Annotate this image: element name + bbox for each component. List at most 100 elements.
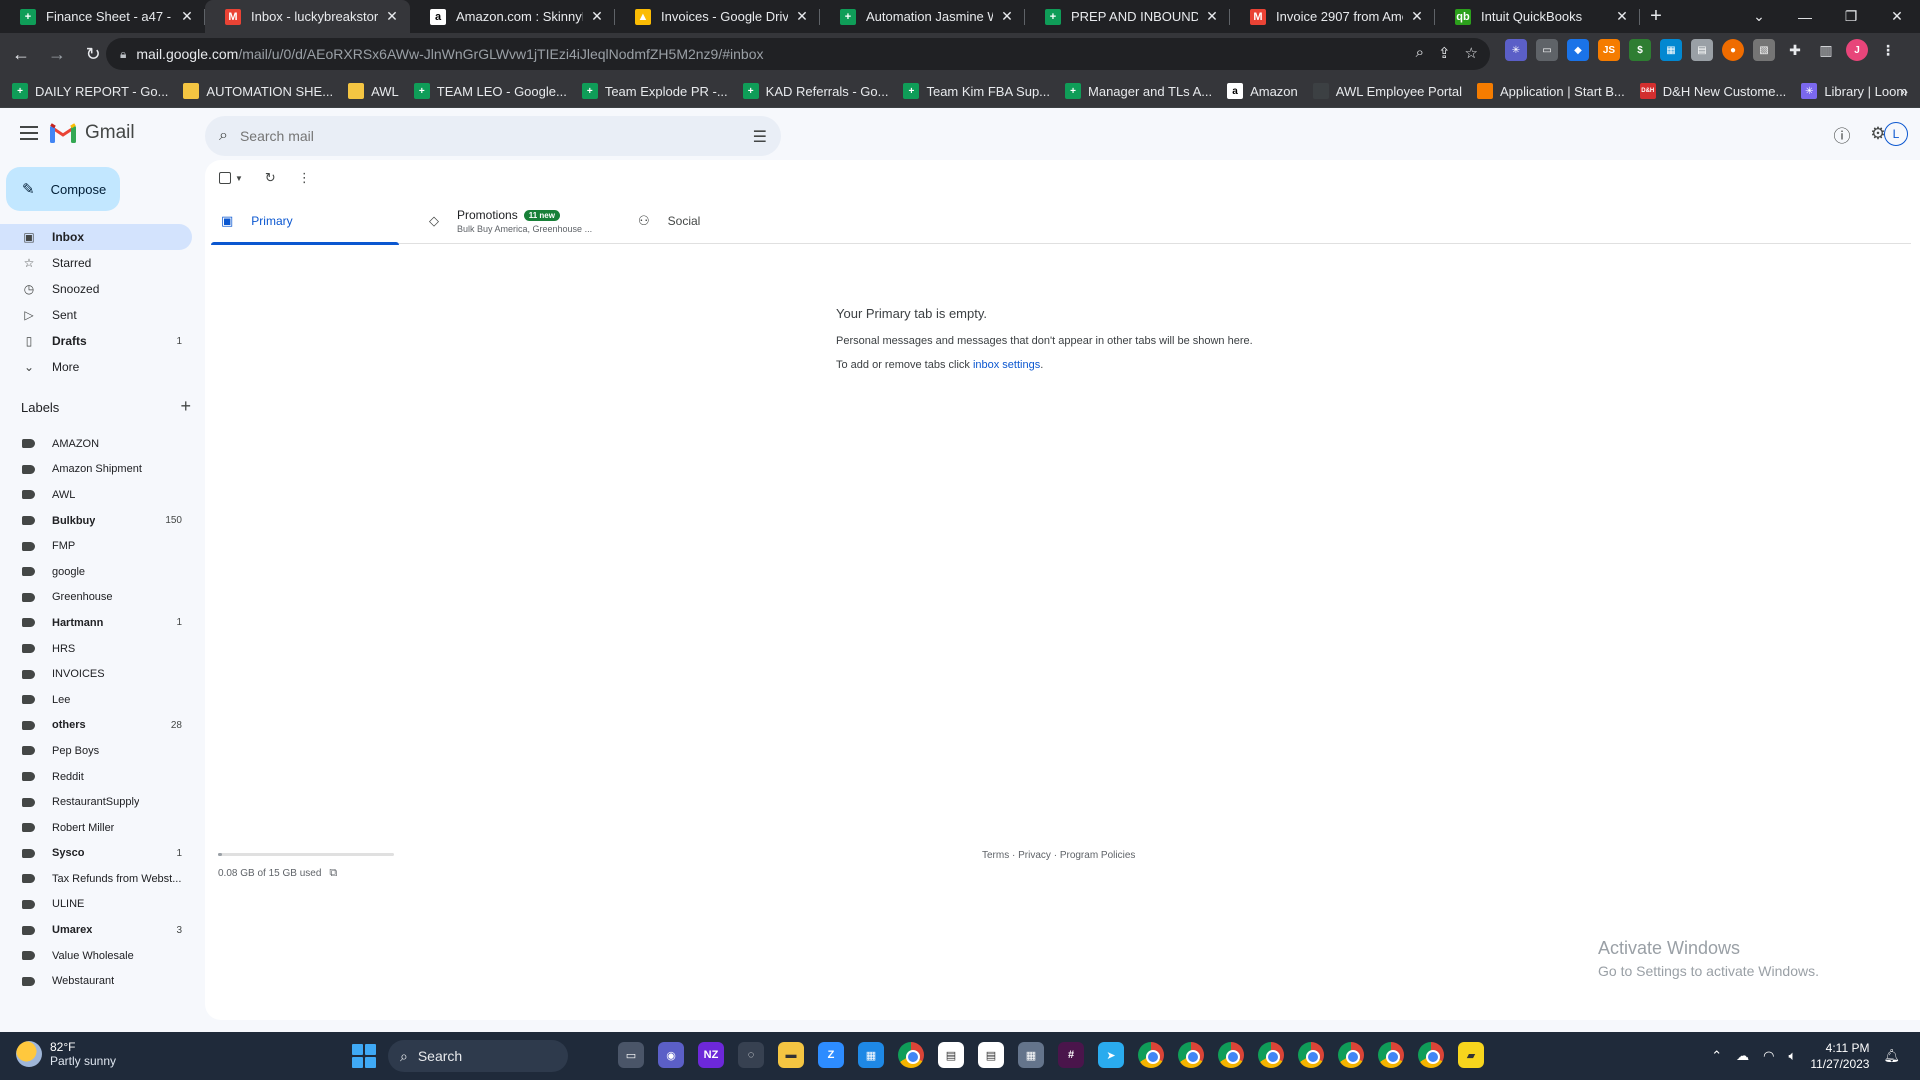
sidebar-item-sent[interactable]: ▷ Sent: [0, 302, 192, 328]
extension-icon[interactable]: ◆: [1567, 39, 1589, 61]
browser-tab[interactable]: ▲ Invoices - Google Drive ✕: [615, 0, 820, 33]
close-window-icon[interactable]: ✕: [1874, 0, 1920, 33]
task-view-icon[interactable]: ▭: [618, 1042, 644, 1068]
clock[interactable]: 4:11 PM 11/27/2023: [1810, 1040, 1869, 1072]
chrome-icon[interactable]: [1258, 1042, 1284, 1068]
label-item[interactable]: FMP: [0, 533, 192, 559]
browser-tab[interactable]: M Inbox - luckybreakstore@ ✕: [205, 0, 410, 33]
create-label-icon[interactable]: +: [180, 396, 191, 417]
new-tab-button[interactable]: +: [1640, 0, 1672, 33]
extension-icon[interactable]: ▭: [1536, 39, 1558, 61]
label-item[interactable]: Sysco 1: [0, 841, 192, 867]
bookmark-item[interactable]: Application | Start B...: [1476, 83, 1625, 99]
label-item[interactable]: Robert Miller: [0, 815, 192, 841]
label-item[interactable]: AMAZON: [0, 431, 192, 457]
close-tab-icon[interactable]: ✕: [589, 8, 605, 25]
label-item[interactable]: others 28: [0, 713, 192, 739]
chrome-icon[interactable]: [1418, 1042, 1444, 1068]
document-icon[interactable]: ▤: [938, 1042, 964, 1068]
bookmark-item[interactable]: + TEAM LEO - Google...: [413, 83, 567, 99]
sidebar-item-snoozed[interactable]: ◷ Snoozed: [0, 276, 192, 302]
side-panel-icon[interactable]: ▥: [1815, 39, 1837, 61]
extensions-puzzle-icon[interactable]: ✚: [1784, 39, 1806, 61]
bookmark-item[interactable]: + Team Kim FBA Sup...: [903, 83, 1050, 99]
chrome-icon[interactable]: [1218, 1042, 1244, 1068]
tab-social[interactable]: ⚇ Social: [628, 198, 816, 244]
close-tab-icon[interactable]: ✕: [999, 8, 1015, 25]
speaker-icon[interactable]: 🔈︎: [1789, 1048, 1797, 1064]
reload-icon[interactable]: ↻: [78, 39, 108, 69]
program-policies-link[interactable]: Program Policies: [1060, 850, 1136, 861]
telegram-icon[interactable]: ➤: [1098, 1042, 1124, 1068]
close-tab-icon[interactable]: ✕: [1204, 8, 1220, 25]
label-item[interactable]: google: [0, 559, 192, 585]
bookmark-item[interactable]: + DAILY REPORT - Go...: [12, 83, 168, 99]
close-tab-icon[interactable]: ✕: [1614, 8, 1630, 25]
nzxt-icon[interactable]: NZ: [698, 1042, 724, 1068]
extension-icon[interactable]: $: [1629, 39, 1651, 61]
browser-tab[interactable]: qb Intuit QuickBooks ✕: [1435, 0, 1640, 33]
label-item[interactable]: Lee: [0, 687, 192, 713]
share-icon[interactable]: ⇪: [1438, 44, 1451, 62]
teams-icon[interactable]: ◉: [658, 1042, 684, 1068]
label-item[interactable]: RestaurantSupply: [0, 789, 192, 815]
chrome-icon[interactable]: [1338, 1042, 1364, 1068]
onedrive-icon[interactable]: ☁: [1736, 1048, 1749, 1064]
bookmark-item[interactable]: + Manager and TLs A...: [1065, 83, 1212, 99]
sidebar-item-more[interactable]: ⌄ More: [0, 354, 192, 380]
menu-kebab-icon[interactable]: ⋮: [1877, 39, 1899, 61]
gmail-logo[interactable]: Gmail: [50, 122, 135, 144]
browser-tab[interactable]: + Finance Sheet - a47 - Jose ✕: [0, 0, 205, 33]
extension-icon[interactable]: ▤: [1691, 39, 1713, 61]
extension-icon[interactable]: JS: [1598, 39, 1620, 61]
bookmark-item[interactable]: AWL Employee Portal: [1312, 83, 1462, 99]
taskbar-search[interactable]: ⌕ Search: [388, 1040, 568, 1072]
compose-button[interactable]: ✎ Compose: [6, 167, 120, 211]
help-icon[interactable]: ⓘ: [1830, 122, 1854, 146]
label-item[interactable]: Bulkbuy 150: [0, 508, 192, 534]
profile-avatar[interactable]: J: [1846, 39, 1868, 61]
tab-promotions[interactable]: ◇ Promotions 11 new Bulk Buy America, Gr…: [419, 198, 607, 244]
extension-icon[interactable]: ●: [1722, 39, 1744, 61]
extension-icon[interactable]: ✳: [1505, 39, 1527, 61]
sidebar-item-drafts[interactable]: ▯ Drafts 1: [0, 328, 192, 354]
chrome-icon[interactable]: [1178, 1042, 1204, 1068]
label-item[interactable]: Greenhouse: [0, 585, 192, 611]
bookmark-item[interactable]: a Amazon: [1227, 83, 1298, 99]
wifi-icon[interactable]: ◠: [1763, 1048, 1774, 1064]
label-item[interactable]: Hartmann 1: [0, 610, 192, 636]
slack-icon[interactable]: #: [1058, 1042, 1084, 1068]
label-item[interactable]: Value Wholesale: [0, 943, 192, 969]
close-tab-icon[interactable]: ✕: [794, 8, 810, 25]
address-bar[interactable]: 🔒︎ mail.google.com/mail/u/0/d/AEoRXRSx6A…: [106, 38, 1490, 70]
search-bar[interactable]: ⌕ ☰: [205, 116, 781, 156]
open-in-new-icon[interactable]: ⧉: [329, 867, 337, 880]
notification-bell-icon[interactable]: 🔔︎: [1883, 1048, 1900, 1064]
label-item[interactable]: Webstaurant: [0, 968, 192, 994]
bookmarks-overflow-icon[interactable]: »: [1900, 83, 1908, 99]
bookmark-item[interactable]: AUTOMATION SHE...: [183, 83, 333, 99]
browser-tab[interactable]: M Invoice 2907 from Americ ✕: [1230, 0, 1435, 33]
close-tab-icon[interactable]: ✕: [1409, 8, 1425, 25]
main-menu-icon[interactable]: [18, 122, 40, 144]
inbox-settings-link[interactable]: inbox settings: [973, 359, 1040, 371]
label-item[interactable]: Reddit: [0, 764, 192, 790]
bookmark-star-icon[interactable]: ☆: [1465, 44, 1478, 62]
calculator-icon[interactable]: ▦: [1018, 1042, 1044, 1068]
forward-icon[interactable]: →: [42, 39, 72, 69]
sidebar-item-starred[interactable]: ☆ Starred: [0, 250, 192, 276]
extension-icon[interactable]: ▧: [1753, 39, 1775, 61]
zoom-icon[interactable]: ⌕: [1416, 44, 1424, 62]
tab-search-icon[interactable]: ⌄: [1736, 0, 1782, 33]
more-options-icon[interactable]: ⋮: [298, 170, 311, 186]
browser-tab[interactable]: + PREP AND INBOUND FEE ✕: [1025, 0, 1230, 33]
chevron-up-icon[interactable]: ⌃: [1711, 1048, 1722, 1064]
document-icon[interactable]: ▤: [978, 1042, 1004, 1068]
label-item[interactable]: Umarex 3: [0, 917, 192, 943]
bookmark-item[interactable]: + KAD Referrals - Go...: [742, 83, 888, 99]
label-item[interactable]: Pep Boys: [0, 738, 192, 764]
label-item[interactable]: HRS: [0, 636, 192, 662]
terms-link[interactable]: Terms: [982, 850, 1009, 861]
windows-start-icon[interactable]: [352, 1044, 376, 1068]
browser-tab[interactable]: a Amazon.com : SkinnyDipp ✕: [410, 0, 615, 33]
